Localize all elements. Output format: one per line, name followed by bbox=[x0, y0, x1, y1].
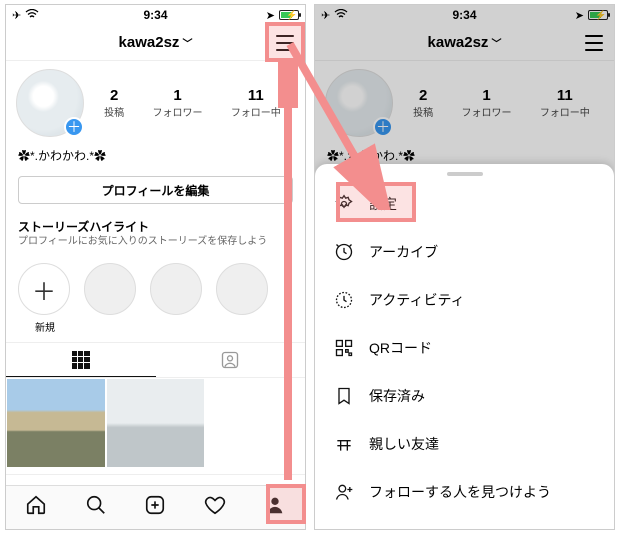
menu-discover[interactable]: フォローする人を見つけよう bbox=[315, 468, 614, 516]
archive-icon bbox=[333, 242, 355, 262]
highlight-placeholder bbox=[150, 263, 204, 334]
menu-screen: ✈ 9:34 ➤⚡ kawa2sz﹀ ＋ 2投稿 1フォロワー 11フォロー中 … bbox=[314, 4, 615, 530]
highlights-section: ストーリーズハイライト プロフィールにお気に入りのストーリーズを保存しよう bbox=[6, 214, 305, 255]
avatar-wrap[interactable]: ＋ bbox=[16, 69, 84, 137]
profile-stats-row: ＋ 2投稿 1フォロワー 11フォロー中 bbox=[6, 61, 305, 143]
menu-qr[interactable]: QRコード bbox=[315, 324, 614, 372]
nav-search[interactable] bbox=[84, 494, 108, 522]
stat-posts[interactable]: 2投稿 bbox=[104, 87, 124, 119]
status-bar: ✈ 9:34 ➤ ⚡ bbox=[6, 5, 305, 25]
tagged-icon bbox=[220, 350, 240, 370]
highlight-placeholder bbox=[216, 263, 270, 334]
nav-activity[interactable] bbox=[203, 494, 227, 522]
bookmark-icon bbox=[333, 386, 355, 406]
status-time: 9:34 bbox=[6, 8, 305, 22]
profile-header: kawa2sz﹀ bbox=[6, 25, 305, 61]
highlight-placeholder bbox=[84, 263, 138, 334]
edit-profile-button[interactable]: プロフィールを編集 bbox=[18, 176, 293, 204]
menu-saved[interactable]: 保存済み bbox=[315, 372, 614, 420]
nav-home[interactable] bbox=[24, 494, 48, 522]
person-icon bbox=[264, 494, 286, 516]
grid-icon bbox=[72, 351, 90, 369]
highlights-row: ＋新規 bbox=[6, 255, 305, 336]
nav-new[interactable] bbox=[143, 494, 167, 522]
menu-activity[interactable]: アクティビティ bbox=[315, 276, 614, 324]
menu-close-friends[interactable]: 親しい友達 bbox=[315, 420, 614, 468]
plus-square-icon bbox=[144, 494, 166, 516]
stat-followers[interactable]: 1フォロワー bbox=[152, 87, 202, 119]
menu-button[interactable] bbox=[273, 31, 297, 55]
highlight-new[interactable]: ＋新規 bbox=[18, 263, 72, 334]
sheet-handle[interactable] bbox=[447, 172, 483, 176]
profile-tabs bbox=[6, 342, 305, 378]
close-friends-icon bbox=[333, 434, 355, 454]
qr-icon bbox=[333, 338, 355, 358]
tab-grid[interactable] bbox=[6, 343, 156, 377]
post-thumbnails[interactable] bbox=[6, 378, 305, 468]
activity-icon bbox=[333, 290, 355, 310]
battery-icon: ⚡ bbox=[279, 10, 299, 20]
gear-icon bbox=[333, 194, 355, 214]
profile-screen: ✈ 9:34 ➤ ⚡ kawa2sz﹀ ＋ 2投稿 1フォロワー 11フォロー中… bbox=[5, 4, 306, 530]
heart-icon bbox=[204, 494, 226, 516]
highlights-subtitle: プロフィールにお気に入りのストーリーズを保存しよう bbox=[18, 235, 293, 249]
discover-icon bbox=[333, 482, 355, 502]
nav-profile[interactable] bbox=[263, 494, 287, 522]
add-story-icon[interactable]: ＋ bbox=[64, 117, 84, 137]
menu-sheet: 設定 アーカイブ アクティビティ QRコード 保存済み 親しい友達 フォローする… bbox=[315, 164, 614, 529]
bottom-nav bbox=[6, 485, 305, 529]
highlights-title: ストーリーズハイライト bbox=[18, 218, 293, 235]
menu-archive[interactable]: アーカイブ bbox=[315, 228, 614, 276]
home-icon bbox=[25, 494, 47, 516]
stat-following[interactable]: 11フォロー中 bbox=[231, 87, 281, 119]
tab-tagged[interactable] bbox=[156, 343, 306, 377]
chevron-down-icon: ﹀ bbox=[182, 35, 192, 50]
username-dropdown[interactable]: kawa2sz﹀ bbox=[119, 34, 193, 51]
search-icon bbox=[85, 494, 107, 516]
menu-settings[interactable]: 設定 bbox=[315, 180, 614, 228]
bio-text: ✿*.かわかわ.*✿ bbox=[6, 143, 305, 172]
